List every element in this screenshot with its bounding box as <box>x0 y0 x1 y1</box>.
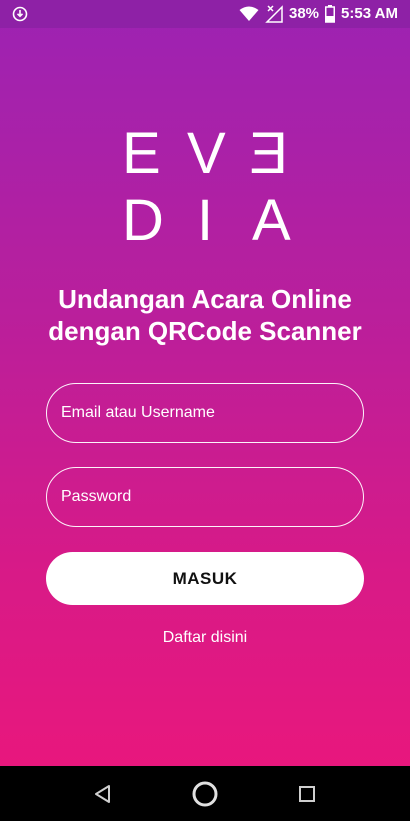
title-line-2: dengan QRCode Scanner <box>48 316 362 346</box>
email-field[interactable] <box>47 384 363 442</box>
register-link[interactable]: Daftar disini <box>0 629 410 647</box>
email-field-container <box>46 383 364 443</box>
page-title: Undangan Acara Online dengan QRCode Scan… <box>0 283 410 347</box>
title-line-1: Undangan Acara Online <box>58 284 352 314</box>
logo-letter: E <box>249 121 288 186</box>
wifi-icon <box>239 6 259 21</box>
password-field-container <box>46 467 364 527</box>
logo-row-1: E V E <box>122 121 288 186</box>
app-screen: 38% 5:53 AM E V E D I A Undangan Acara O… <box>0 0 410 766</box>
logo-row-2: D I A <box>122 188 291 253</box>
no-signal-icon <box>265 5 283 23</box>
logo-letter: I <box>196 188 214 253</box>
logo-letter: V <box>187 121 226 186</box>
battery-icon <box>325 5 336 23</box>
back-triangle-icon[interactable] <box>90 780 118 808</box>
logo-letter: A <box>252 188 291 253</box>
clock: 5:53 AM <box>341 5 398 22</box>
logo-letter: E <box>122 121 161 186</box>
password-field[interactable] <box>47 468 363 526</box>
navigation-bar <box>0 766 410 821</box>
battery-percent: 38% <box>289 5 320 22</box>
status-bar: 38% 5:53 AM <box>0 0 410 28</box>
status-right: 38% 5:53 AM <box>239 5 398 23</box>
logo-letter: D <box>122 188 164 253</box>
login-button[interactable]: MASUK <box>46 552 364 605</box>
home-circle-icon[interactable] <box>191 780 219 808</box>
recents-square-icon[interactable] <box>293 780 321 808</box>
download-notification-icon <box>12 6 28 22</box>
